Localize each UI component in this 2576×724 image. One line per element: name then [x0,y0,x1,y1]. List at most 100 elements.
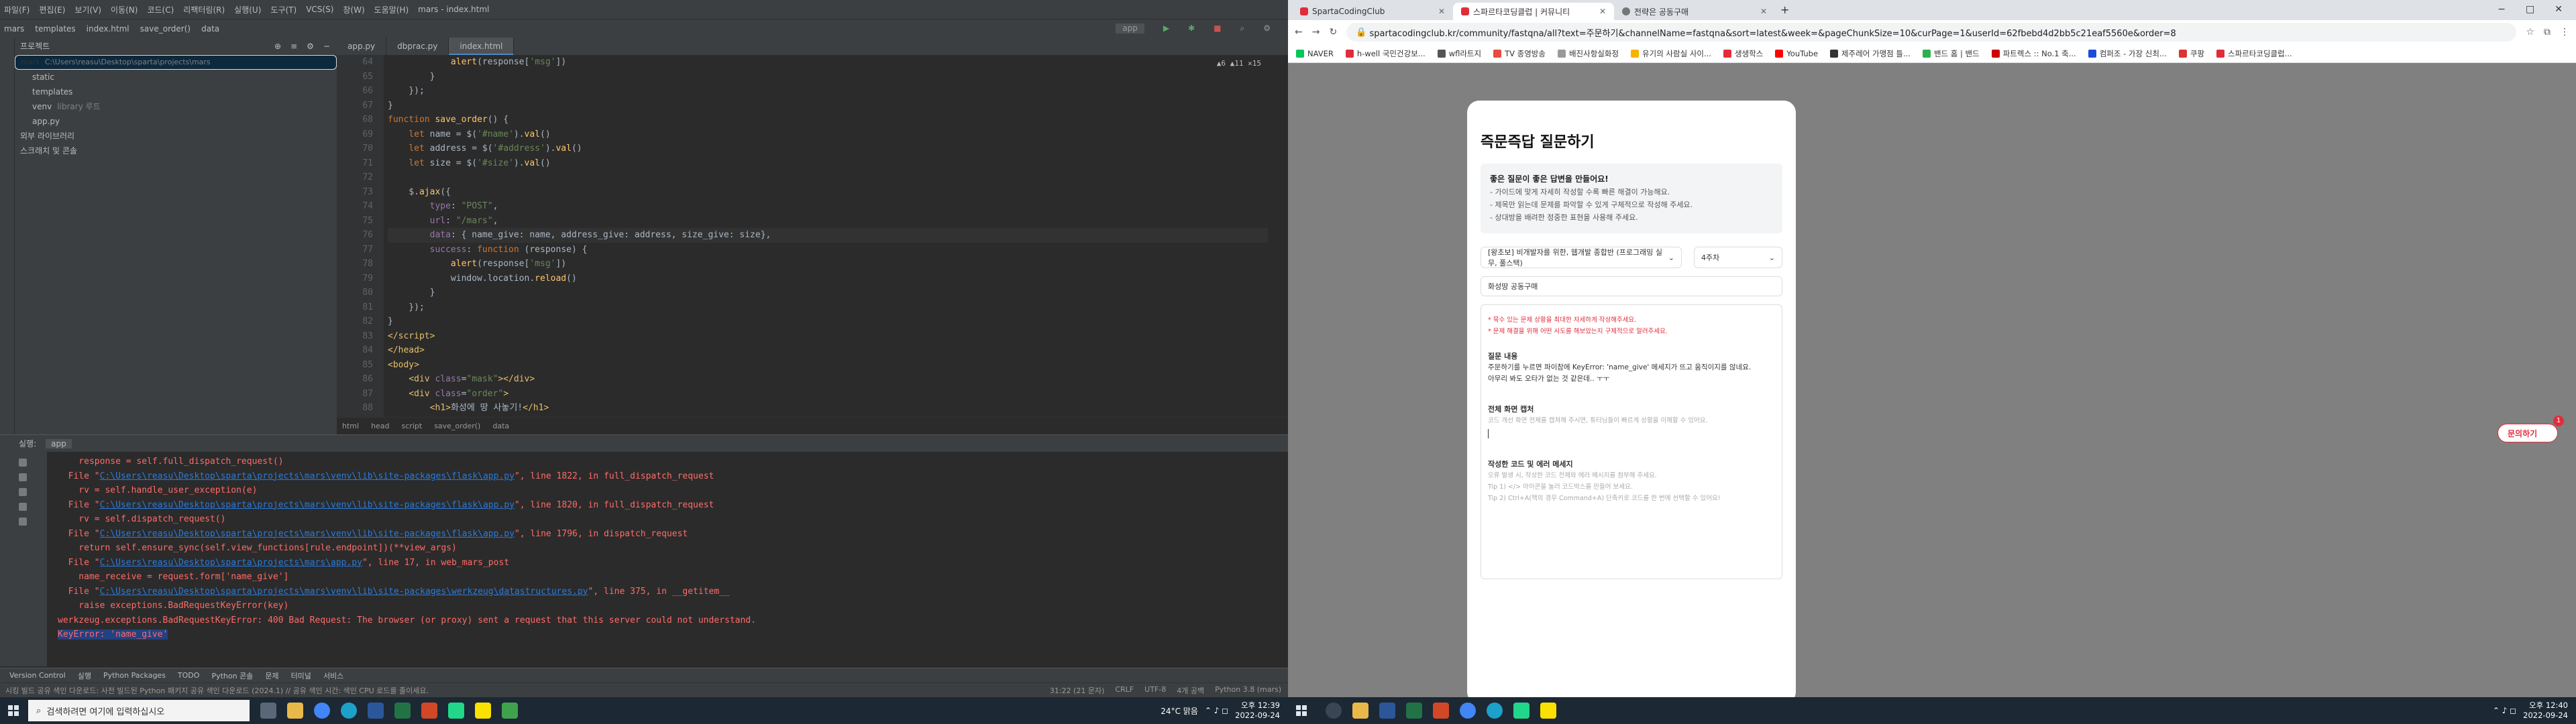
menu-item[interactable]: 리팩터링(R) [183,4,225,15]
back-icon[interactable]: ← [1295,27,1303,38]
bookmark-item[interactable]: 배진사항실화정 [1557,48,1619,59]
collapse-icon[interactable]: ≡ [290,42,297,51]
course-select[interactable]: [왕초보] 비개발자를 위한, 웹개발 종합반 (프로그래밍 실무, 풀스택) ⌄ [1481,247,1682,268]
browser-tab-active[interactable]: 스파르타코딩클럽 | 커뮤니티 ✕ [1453,3,1614,20]
bookmark-item[interactable]: 생생학스 [1723,48,1763,59]
weather-widget[interactable]: 24°C 맑음 [1161,705,1198,717]
menu-item[interactable]: 실행(U) [234,4,261,15]
status-message[interactable]: 시킹 빌드 공유 색인 다운로드: 사전 빌드된 Python 패키지 공유 색… [5,685,429,696]
menu-item[interactable]: 코드(C) [147,4,174,15]
tree-item[interactable]: static [15,70,337,84]
scroll-icon[interactable] [19,488,27,496]
run-console[interactable]: response = self.full_dispatch_request() … [0,452,1288,666]
menu-item[interactable]: 편집(E) [39,4,65,15]
rerun-icon[interactable] [19,459,27,467]
star-icon[interactable]: ☆ [2526,27,2534,38]
tool-window-tab[interactable]: Python 콘솔 [211,670,253,681]
console-file-link[interactable]: C:\Users\reasu\Desktop\sparta\projects\m… [100,500,515,510]
stop-icon[interactable] [19,473,27,481]
bookmark-item[interactable]: 파트렉스 :: No.1 축... [1991,48,2076,59]
browser-tab[interactable]: 전략은 공동구매 ✕ [1614,3,1775,20]
search-icon[interactable]: ⌕ [1240,23,1245,34]
menu-item[interactable]: 도움말(H) [374,4,409,15]
edge-icon[interactable] [341,703,357,719]
nav-index[interactable]: index.html [87,24,129,34]
word-icon[interactable] [1379,703,1395,719]
status-item[interactable]: 31:22 (21 문자) [1050,685,1105,696]
print-icon[interactable] [19,503,27,511]
trash-icon[interactable] [19,518,27,526]
breadcrumb-item[interactable]: data [492,422,509,430]
status-item[interactable]: CRLF [1115,685,1134,696]
menu-item[interactable]: 창(W) [343,4,364,15]
page-overlay[interactable]: 즉문즉답 질문하기 좋은 질문이 좋은 답변을 만들어요! - 가이드에 맞게 … [1288,63,2576,704]
breadcrumb-item[interactable]: head [371,422,389,430]
nav-templates[interactable]: templates [35,24,75,34]
menu-item[interactable]: 파일(F) [4,4,30,15]
windows-start-icon[interactable] [1288,697,1315,724]
editor-tab[interactable]: app.py [337,38,387,55]
stop-icon[interactable]: ■ [1214,23,1221,34]
tray-icons[interactable]: ⌃ ♪ ◻ [1205,706,1228,715]
reload-icon[interactable]: ↻ [1329,27,1337,38]
gear-icon[interactable]: ⚙ [1263,23,1271,34]
status-item[interactable]: 4개 공백 [1177,685,1204,696]
browser-tab[interactable]: SpartaCodingClub ✕ [1292,3,1453,20]
new-tab-button[interactable]: + [1775,3,1794,20]
menu-icon[interactable]: ⋮ [2560,27,2569,38]
taskbar-clock[interactable]: 오후 12:39 2022-09-24 [1235,701,1280,721]
inspection-widget[interactable]: ▲6 ▲11 ✕15 [1217,59,1261,68]
powerpoint-icon[interactable] [1433,703,1449,719]
taskbar-clock[interactable]: 오후 12:40 2022-09-24 [2523,701,2568,721]
bookmark-item[interactable]: h-well 국민건강보... [1345,48,1426,59]
bookmark-item[interactable]: NAVER [1296,49,1334,58]
forward-icon[interactable]: → [1312,27,1320,38]
code-lines[interactable]: alert(response['msg']) } }); } function … [388,55,1268,416]
title-input[interactable]: 화성땅 공동구매 [1481,276,1782,296]
task-view-icon[interactable] [260,703,276,719]
pycharm-icon[interactable] [1513,703,1529,719]
nav-data[interactable]: data [201,24,219,34]
debug-icon[interactable]: ✱ [1188,23,1195,34]
app-icon[interactable] [502,703,518,719]
bookmark-item[interactable]: wfl라트지 [1437,48,1481,59]
pycharm-icon[interactable] [448,703,464,719]
taskbar-search-input[interactable]: ⌕ 검색하려면 여기에 입력하십시오 [28,700,250,721]
edge-icon[interactable] [1487,703,1503,719]
settings-icon[interactable]: ⚙ [307,42,314,51]
minimize-button[interactable]: − [2498,4,2506,15]
console-file-link[interactable]: C:\Users\reasu\Desktop\sparta\projects\m… [100,529,515,539]
breadcrumb-item[interactable]: html [342,422,359,430]
menu-item[interactable]: 이동(N) [111,4,138,15]
tool-window-tab[interactable]: TODO [178,671,200,680]
nav-mars[interactable]: mars [4,24,24,34]
address-bar[interactable]: 🔒 spartacodingclub.kr/community/fastqna/… [1346,23,2517,42]
menu-item[interactable]: VCS(S) [306,5,333,14]
bookmark-item[interactable]: 유기의 사람실 사이... [1631,48,1711,59]
menu-item[interactable]: 도구(T) [270,4,297,15]
status-item[interactable]: UTF-8 [1144,685,1166,696]
tool-window-tab[interactable]: 실행 [78,670,91,681]
tool-window-tab[interactable]: 터미널 [291,670,311,681]
bookmark-item[interactable]: YouTube [1775,49,1818,58]
maximize-button[interactable]: □ [2526,4,2534,15]
project-title[interactable]: 프로젝트 [20,40,50,52]
excel-icon[interactable] [394,703,411,719]
tree-item[interactable]: 스크래치 및 콘솔 [15,143,337,158]
chrome-icon[interactable] [1460,703,1476,719]
question-body-editor[interactable]: * 묵수 있는 문제 상황을 최대한 자세하게 작성해주세요. * 문제 해결을… [1481,304,1782,579]
console-file-link[interactable]: C:\Users\reasu\Desktop\sparta\projects\m… [100,471,515,481]
console-file-link[interactable]: C:\Users\reasu\Desktop\sparta\projects\m… [100,587,588,597]
powerpoint-icon[interactable] [421,703,437,719]
bookmark-item[interactable]: 컴퍼조 - 가장 신최... [2088,48,2167,59]
tree-item[interactable]: 외부 라이브러리 [15,129,337,143]
status-item[interactable]: Python 3.8 (mars) [1215,685,1281,696]
console-file-link[interactable]: C:\Users\reasu\Desktop\sparta\projects\m… [100,558,362,568]
bookmark-item[interactable]: TV 종영방송 [1493,48,1546,59]
bookmark-item[interactable]: 제주레어 가맹점 틀... [1830,48,1911,59]
tree-item[interactable]: venv library 루트 [15,99,337,114]
run-icon[interactable]: ▶ [1163,23,1169,34]
menu-item[interactable]: 보기(V) [74,4,101,15]
locate-icon[interactable]: ⊕ [274,42,281,51]
breadcrumb-item[interactable]: save_order() [434,422,480,430]
